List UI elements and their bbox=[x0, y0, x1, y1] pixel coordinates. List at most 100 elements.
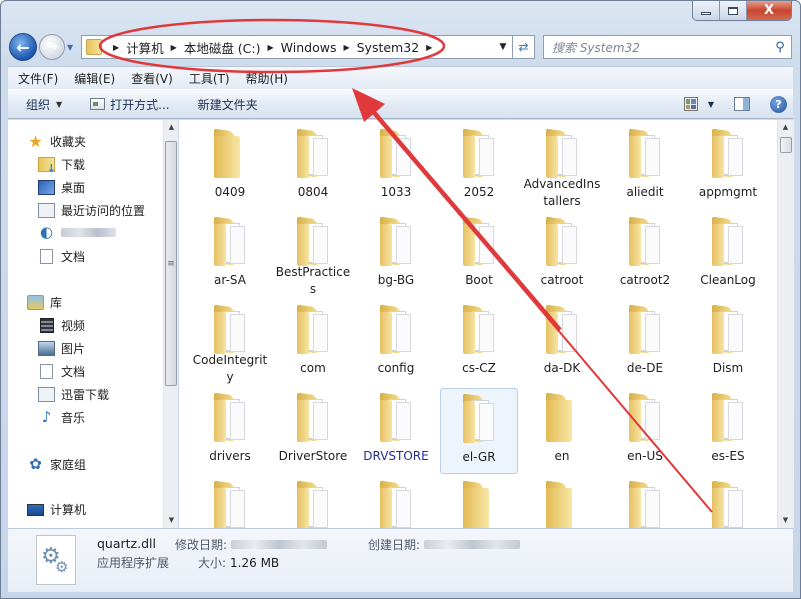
sidebar-item-redacted[interactable]: ◐ bbox=[38, 225, 116, 240]
address-dropdown-icon[interactable]: ▼ bbox=[494, 42, 512, 52]
folder-item[interactable]: catroot2 bbox=[606, 212, 684, 298]
sidebar-item-thunder-downloads[interactable]: 迅雷下载 bbox=[38, 386, 109, 403]
folder-item[interactable]: en bbox=[523, 388, 601, 474]
folder-item[interactable]: ar-SA bbox=[191, 212, 269, 298]
organize-button[interactable]: 组织 ▼ bbox=[26, 96, 62, 113]
folder-item[interactable]: cs-CZ bbox=[440, 300, 518, 386]
folder-item[interactable]: Dism bbox=[689, 300, 767, 386]
search-input[interactable]: 搜索 System32 ⚲ bbox=[543, 35, 792, 59]
address-bar[interactable]: ▶ 计算机 ▶ 本地磁盘 (C:) ▶ Windows ▶ System32 ▶… bbox=[81, 35, 513, 59]
breadcrumb-local-disk[interactable]: 本地磁盘 (C:) bbox=[184, 38, 261, 57]
folder-item[interactable]: 0409 bbox=[191, 124, 269, 210]
breadcrumb-chevron-icon[interactable]: ▶ bbox=[171, 43, 177, 52]
menu-file[interactable]: 文件(F) bbox=[18, 70, 58, 87]
scroll-up-icon[interactable]: ▲ bbox=[164, 120, 179, 135]
folder-item[interactable]: 1033 bbox=[357, 124, 435, 210]
scroll-up-icon[interactable]: ▲ bbox=[778, 120, 793, 135]
search-icon[interactable]: ⚲ bbox=[769, 40, 791, 55]
folder-item[interactable]: appmgmt bbox=[689, 124, 767, 210]
folder-item[interactable]: 0804 bbox=[274, 124, 352, 210]
navigation-pane-scrollbar[interactable]: ▲ ≡ ▼ bbox=[163, 120, 178, 528]
folder-item[interactable]: es-ES bbox=[689, 388, 767, 474]
folder-item[interactable]: bg-BG bbox=[357, 212, 435, 298]
sidebar-item-label: 音乐 bbox=[61, 411, 86, 425]
menu-view[interactable]: 查看(V) bbox=[131, 70, 173, 87]
breadcrumb-chevron-icon[interactable]: ▶ bbox=[268, 43, 274, 52]
folder-item[interactable]: catroot bbox=[523, 212, 601, 298]
sidebar-computer[interactable]: 计算机 bbox=[27, 501, 86, 518]
breadcrumb-system32[interactable]: System32 bbox=[357, 40, 420, 55]
scroll-down-icon[interactable]: ▼ bbox=[778, 513, 793, 528]
folder-item[interactable]: de-DE bbox=[606, 300, 684, 386]
folder-name: cs-CZ bbox=[462, 361, 496, 375]
folder-item-partial[interactable] bbox=[191, 476, 269, 528]
breadcrumb-chevron-icon[interactable]: ▶ bbox=[343, 43, 349, 52]
minimize-button[interactable] bbox=[693, 1, 720, 20]
scrollbar-thumb[interactable] bbox=[780, 137, 792, 153]
sidebar-item-pictures[interactable]: 图片 bbox=[38, 340, 85, 357]
folder-item[interactable]: CodeIntegrity bbox=[191, 300, 269, 386]
folder-icon bbox=[376, 392, 416, 442]
sidebar-item-downloads[interactable]: 下载 bbox=[38, 156, 85, 175]
breadcrumb-windows[interactable]: Windows bbox=[281, 40, 337, 55]
back-button[interactable]: ← bbox=[9, 33, 37, 61]
folder-item[interactable]: da-DK bbox=[523, 300, 601, 386]
folder-item[interactable]: CleanLog bbox=[689, 212, 767, 298]
scrollbar-thumb[interactable]: ≡ bbox=[165, 141, 177, 386]
sidebar-item-videos[interactable]: 视频 bbox=[38, 317, 85, 334]
folder-item[interactable]: com bbox=[274, 300, 352, 386]
sidebar-item-documents[interactable]: 文档 bbox=[38, 363, 85, 380]
folder-item[interactable]: Boot bbox=[440, 212, 518, 298]
file-list-scrollbar[interactable]: ▲ ▼ bbox=[777, 120, 794, 528]
desktop-icon bbox=[38, 180, 55, 195]
folder-item[interactable]: AdvancedInstallers bbox=[523, 124, 601, 210]
folder-item-partial[interactable] bbox=[689, 476, 767, 528]
sidebar-homegroup[interactable]: ✿ 家庭组 bbox=[27, 456, 86, 473]
folder-icon bbox=[293, 304, 333, 354]
recent-pages-dropdown[interactable]: ▼ bbox=[67, 43, 77, 52]
folder-item-partial[interactable] bbox=[274, 476, 352, 528]
scroll-down-icon[interactable]: ▼ bbox=[164, 513, 179, 528]
folder-item[interactable]: BestPractices bbox=[274, 212, 352, 298]
folder-item[interactable]: 2052 bbox=[440, 124, 518, 210]
folder-item[interactable]: DRVSTORE bbox=[357, 388, 435, 474]
preview-pane-icon[interactable] bbox=[734, 97, 750, 111]
change-view-icon[interactable] bbox=[683, 97, 698, 111]
created-date-label: 创建日期: bbox=[368, 538, 421, 552]
folder-icon bbox=[459, 304, 499, 354]
sidebar-item-label: 迅雷下载 bbox=[61, 388, 110, 402]
menu-edit[interactable]: 编辑(E) bbox=[74, 70, 115, 87]
sidebar-item-documents-fav[interactable]: 文档 bbox=[38, 248, 85, 265]
folder-item[interactable]: aliedit bbox=[606, 124, 684, 210]
folder-icon bbox=[210, 128, 250, 178]
folder-item-partial[interactable] bbox=[523, 476, 601, 528]
menu-tools[interactable]: 工具(T) bbox=[189, 70, 230, 87]
folder-item[interactable]: DriverStore bbox=[274, 388, 352, 474]
breadcrumb-computer[interactable]: 计算机 bbox=[126, 38, 164, 57]
folder-item-partial[interactable] bbox=[440, 476, 518, 528]
close-button[interactable]: X bbox=[747, 1, 791, 20]
sidebar-item-recent-places[interactable]: 最近访问的位置 bbox=[38, 202, 145, 219]
folder-item[interactable]: config bbox=[357, 300, 435, 386]
folder-item-partial[interactable] bbox=[606, 476, 684, 528]
folder-item[interactable]: en-US bbox=[606, 388, 684, 474]
new-folder-button[interactable]: 新建文件夹 bbox=[198, 96, 258, 113]
help-icon[interactable]: ? bbox=[770, 95, 787, 113]
open-with-button[interactable]: 打开方式... bbox=[90, 96, 170, 113]
breadcrumb-chevron-icon[interactable]: ▶ bbox=[426, 43, 432, 52]
folder-item[interactable]: el-GR bbox=[440, 388, 518, 474]
sidebar-item-music[interactable]: ♪ 音乐 bbox=[38, 409, 85, 426]
folder-icon bbox=[210, 392, 250, 442]
forward-button[interactable]: → bbox=[39, 34, 65, 60]
folder-item-partial[interactable] bbox=[357, 476, 435, 528]
sidebar-item-desktop[interactable]: 桌面 bbox=[38, 179, 85, 196]
menu-help[interactable]: 帮助(H) bbox=[246, 70, 288, 87]
breadcrumb-chevron-icon[interactable]: ▶ bbox=[113, 43, 119, 52]
sidebar-favorites[interactable]: ★ 收藏夹 bbox=[27, 133, 86, 150]
refresh-button[interactable]: ⇄ bbox=[513, 35, 535, 59]
sidebar-libraries[interactable]: 库 bbox=[27, 294, 62, 311]
folder-item[interactable]: drivers bbox=[191, 388, 269, 474]
view-options-dropdown[interactable]: ▼ bbox=[708, 100, 714, 109]
maximize-button[interactable] bbox=[720, 1, 747, 20]
folder-icon bbox=[376, 480, 416, 528]
